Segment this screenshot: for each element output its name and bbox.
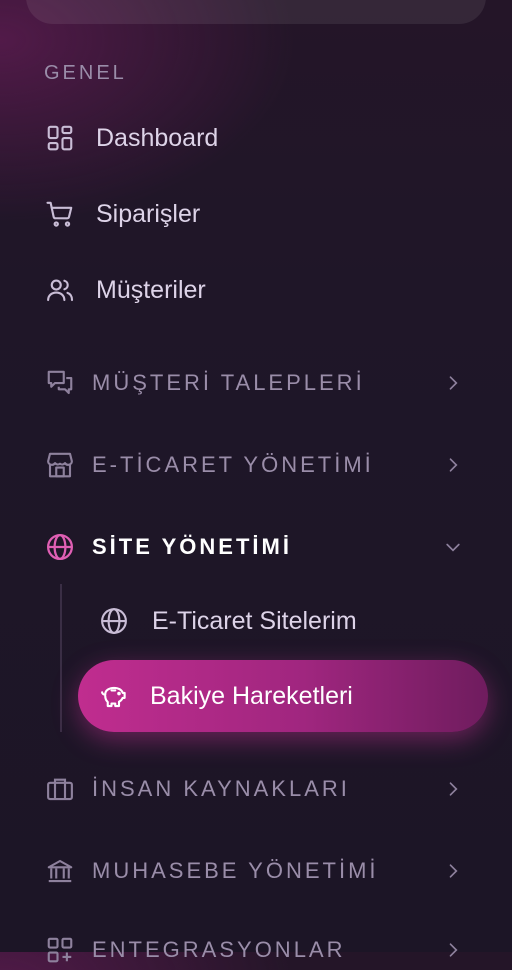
submenu-item-label: E-Ticaret Sitelerim: [152, 606, 357, 635]
sidebar-group-human-resources[interactable]: İNSAN KAYNAKLARI: [44, 769, 464, 809]
chevron-right-icon: [442, 860, 464, 882]
section-title-genel: GENEL: [44, 62, 127, 84]
sidebar-group-label: E-TİCARET YÖNETİMİ: [92, 452, 374, 477]
chevron-right-icon: [442, 372, 464, 394]
dashboard-grid-icon: [44, 122, 76, 154]
chevron-right-icon: [442, 454, 464, 476]
chat-bubbles-icon: [44, 367, 76, 399]
sidebar-group-ecommerce[interactable]: E-TİCARET YÖNETİMİ: [44, 445, 464, 485]
users-icon: [44, 274, 76, 306]
sidebar-item-label: Müşteriler: [96, 275, 206, 304]
globe-icon: [98, 605, 130, 637]
search-bar[interactable]: [26, 0, 486, 24]
sidebar-group-label: ENTEGRASYONLAR: [92, 937, 346, 962]
piggy-bank-icon: [98, 680, 130, 712]
sidebar-group-accounting[interactable]: MUHASEBE YÖNETİMİ: [44, 851, 464, 891]
submenu-tree-line: [60, 584, 62, 732]
grid-plus-icon: [44, 934, 76, 966]
sidebar-item-orders[interactable]: Siparişler: [44, 194, 200, 234]
sidebar-group-label: MÜŞTERİ TALEPLERİ: [92, 370, 365, 395]
sidebar-item-dashboard[interactable]: Dashboard: [44, 118, 218, 158]
chevron-right-icon: [442, 939, 464, 961]
bank-icon: [44, 855, 76, 887]
sidebar-item-customers[interactable]: Müşteriler: [44, 270, 206, 310]
sidebar-item-label: Siparişler: [96, 199, 201, 228]
chevron-down-icon: [442, 536, 464, 558]
sidebar-group-label: İNSAN KAYNAKLARI: [92, 776, 350, 801]
briefcase-icon: [44, 773, 76, 805]
sidebar-group-site-management[interactable]: SİTE YÖNETİMİ: [44, 527, 464, 567]
chevron-right-icon: [442, 778, 464, 800]
storefront-icon: [44, 449, 76, 481]
sidebar-group-label: SİTE YÖNETİMİ: [92, 534, 292, 559]
sidebar-group-label: MUHASEBE YÖNETİMİ: [92, 858, 379, 883]
sidebar-group-customer-requests[interactable]: MÜŞTERİ TALEPLERİ: [44, 363, 464, 403]
globe-icon: [44, 531, 76, 563]
submenu-item-label: Bakiye Hareketleri: [150, 681, 353, 710]
submenu-item-balance-movements[interactable]: Bakiye Hareketleri: [78, 660, 488, 732]
sidebar-item-label: Dashboard: [96, 123, 219, 152]
submenu-item-ecommerce-sites[interactable]: E-Ticaret Sitelerim: [98, 601, 357, 641]
sidebar-group-integrations[interactable]: ENTEGRASYONLAR: [44, 930, 464, 970]
shopping-cart-icon: [44, 198, 76, 230]
